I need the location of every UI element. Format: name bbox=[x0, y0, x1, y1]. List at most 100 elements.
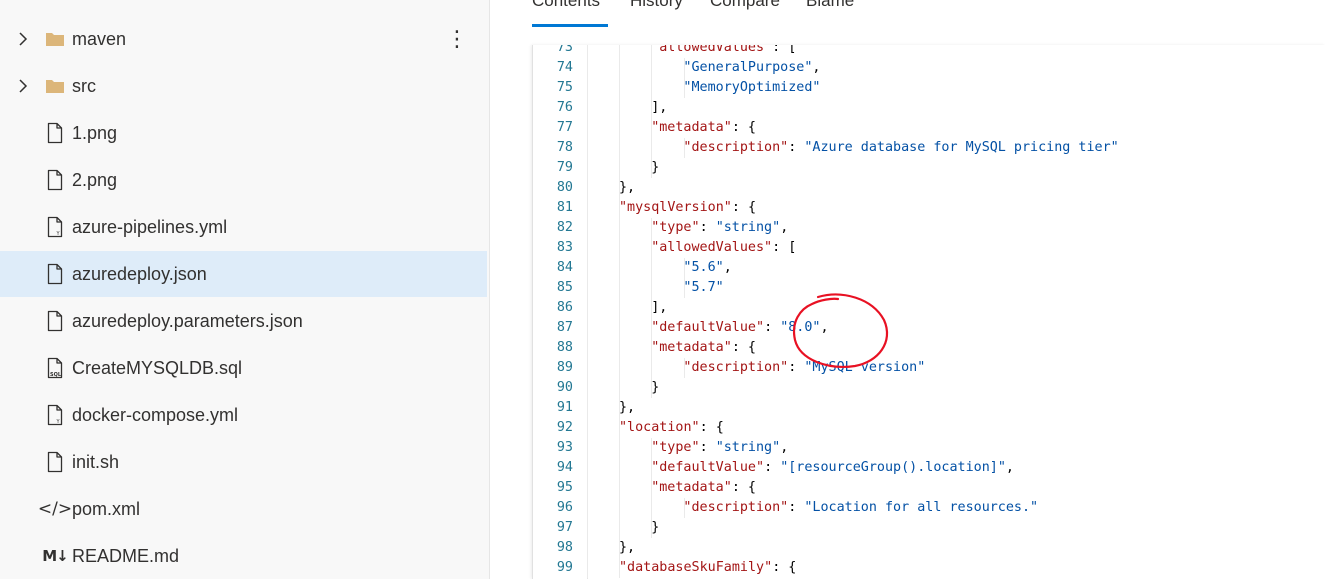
active-tab-indicator bbox=[532, 24, 608, 27]
file-view-tabs: Contents History Compare Blame bbox=[510, 0, 1325, 34]
tab-blame[interactable]: Blame bbox=[806, 0, 854, 16]
markdown-icon-glyph: M↓ bbox=[42, 547, 68, 565]
more-options-icon[interactable]: ⋮ bbox=[446, 16, 468, 62]
indent-guide bbox=[619, 358, 621, 378]
json-string: "5.7" bbox=[683, 280, 724, 295]
tree-item-src[interactable]: src bbox=[0, 63, 487, 109]
code-line: 84 "5.6", bbox=[533, 258, 1325, 278]
json-key: "allowedValues" bbox=[651, 45, 773, 55]
tree-item-pom-xml[interactable]: </> pom.xml bbox=[0, 486, 487, 532]
json-punctuation: , bbox=[780, 220, 789, 235]
code-icon: </> bbox=[38, 486, 72, 532]
line-text: "GeneralPurpose", bbox=[683, 58, 820, 78]
json-punctuation: }, bbox=[619, 540, 636, 555]
line-text: "MemoryOptimized" bbox=[683, 78, 820, 98]
indent-guide bbox=[619, 258, 621, 278]
indent-guide bbox=[587, 98, 588, 118]
json-key: "metadata" bbox=[651, 340, 732, 355]
tree-item-label: CreateMYSQLDB.sql bbox=[72, 358, 243, 378]
file-icon bbox=[44, 110, 66, 156]
json-punctuation: : { bbox=[731, 340, 756, 355]
tree-item-init-sh[interactable]: init.sh bbox=[0, 439, 487, 485]
code-line: 82 "type": "string", bbox=[533, 218, 1325, 238]
indent-guide bbox=[587, 45, 588, 58]
line-number: 73 bbox=[556, 45, 573, 55]
json-key: "defaultValue" bbox=[651, 460, 765, 475]
indent-guide bbox=[587, 58, 588, 78]
indent-guide bbox=[587, 478, 588, 498]
line-text: "metadata": { bbox=[651, 338, 756, 358]
line-text: } bbox=[651, 378, 659, 398]
tab-history[interactable]: History bbox=[630, 0, 683, 16]
code-line: 85 "5.7" bbox=[533, 278, 1325, 298]
line-text: } bbox=[651, 518, 659, 538]
line-number: 85 bbox=[556, 280, 573, 295]
line-number: 83 bbox=[556, 240, 573, 255]
line-number: 87 bbox=[556, 320, 573, 335]
json-key: "description" bbox=[683, 360, 789, 375]
chevron-right-icon[interactable] bbox=[18, 63, 28, 109]
json-punctuation: : { bbox=[772, 560, 797, 575]
json-punctuation: : bbox=[764, 460, 781, 475]
tree-item-maven[interactable]: maven ⋮ bbox=[0, 16, 487, 62]
tree-item-createmysqldb-sql[interactable]: SQL CreateMYSQLDB.sql bbox=[0, 345, 487, 391]
indent-guide bbox=[651, 78, 653, 98]
line-number: 77 bbox=[556, 120, 573, 135]
tree-item-label: pom.xml bbox=[72, 499, 141, 519]
code-line: 97} bbox=[533, 518, 1325, 538]
line-text: } bbox=[651, 158, 659, 178]
tab-compare[interactable]: Compare bbox=[710, 0, 780, 16]
json-string: "[resourceGroup().location]" bbox=[780, 460, 1006, 475]
indent-guide bbox=[587, 218, 588, 238]
file-icon bbox=[44, 157, 66, 203]
indent-guide bbox=[587, 458, 588, 478]
file-icon bbox=[44, 439, 66, 485]
json-punctuation: ], bbox=[651, 100, 668, 115]
line-number: 95 bbox=[556, 480, 573, 495]
indent-guide bbox=[587, 558, 588, 578]
indent-guide bbox=[651, 278, 653, 298]
indent-guide bbox=[619, 78, 621, 98]
tree-item-1-png[interactable]: 1.png bbox=[0, 110, 487, 156]
tree-item-readme-md[interactable]: M↓ README.md bbox=[0, 533, 487, 579]
indent-guide bbox=[619, 338, 621, 358]
indent-guide bbox=[619, 138, 621, 158]
line-number: 86 bbox=[556, 300, 573, 315]
indent-guide bbox=[651, 498, 653, 518]
line-number: 84 bbox=[556, 260, 573, 275]
code-line: 74 "GeneralPurpose", bbox=[533, 58, 1325, 78]
folder-icon bbox=[44, 63, 66, 109]
tree-item-2-png[interactable]: 2.png bbox=[0, 157, 487, 203]
json-string: "8.0" bbox=[780, 320, 821, 335]
tab-contents[interactable]: Contents bbox=[532, 0, 600, 16]
indent-guide bbox=[619, 218, 621, 238]
tree-item-azuredeploy-parameters-json[interactable]: azuredeploy.parameters.json bbox=[0, 298, 487, 344]
tree-item-label: docker-compose.yml bbox=[72, 405, 239, 425]
code-line: 91}, bbox=[533, 398, 1325, 418]
tree-item-label: init.sh bbox=[72, 452, 120, 472]
json-punctuation: : { bbox=[699, 420, 724, 435]
indent-guide bbox=[587, 358, 588, 378]
tree-item-label: maven bbox=[72, 29, 127, 49]
indent-guide bbox=[619, 318, 621, 338]
tree-item-azure-pipelines-yml[interactable]: Yazure-pipelines.yml bbox=[0, 204, 487, 250]
json-punctuation: ], bbox=[651, 300, 668, 315]
code-viewer[interactable]: 73 "allowedValues": [74 "GeneralPurpose", 7… bbox=[532, 45, 1325, 579]
indent-guide bbox=[619, 45, 621, 58]
line-text: "description": "MySQL version" bbox=[683, 358, 925, 378]
indent-guide bbox=[587, 118, 588, 138]
line-number: 79 bbox=[556, 160, 573, 175]
line-text: }, bbox=[619, 178, 635, 198]
line-number: 76 bbox=[556, 100, 573, 115]
chevron-right-icon[interactable] bbox=[18, 16, 28, 62]
json-key: "allowedValues" bbox=[651, 240, 773, 255]
code-line: 95 "metadata": { bbox=[533, 478, 1325, 498]
json-punctuation: } bbox=[651, 380, 660, 395]
line-number: 80 bbox=[556, 180, 573, 195]
tree-item-docker-compose-yml[interactable]: Ydocker-compose.yml bbox=[0, 392, 487, 438]
indent-guide bbox=[619, 378, 621, 398]
line-text: ], bbox=[651, 98, 667, 118]
line-number: 88 bbox=[556, 340, 573, 355]
json-string: "string" bbox=[715, 220, 781, 235]
tree-item-azuredeploy-json[interactable]: azuredeploy.json bbox=[0, 251, 487, 297]
